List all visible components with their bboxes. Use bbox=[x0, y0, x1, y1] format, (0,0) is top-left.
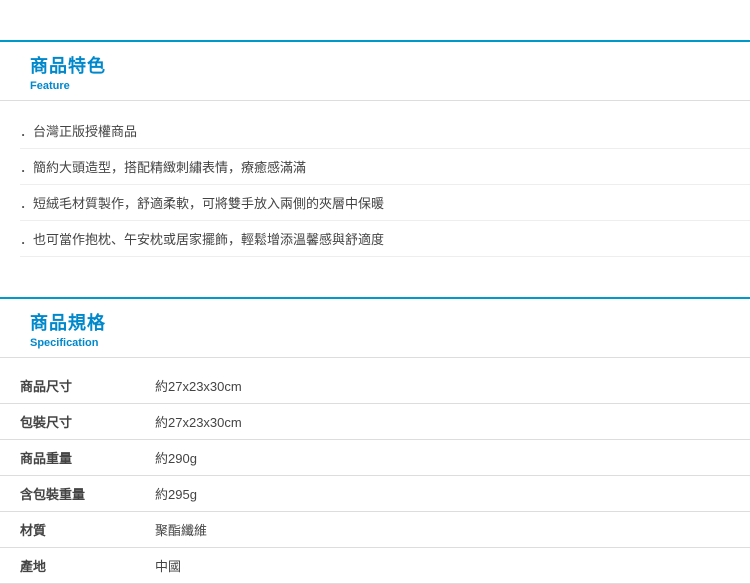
specification-section: 商品規格 Specification 商品尺寸 約27x23x30cm 包裝尺寸… bbox=[0, 297, 750, 584]
feature-item: 台灣正版授權商品 bbox=[20, 113, 750, 149]
spec-label: 包裝尺寸 bbox=[0, 404, 155, 440]
spec-value: 約295g bbox=[155, 476, 750, 512]
feature-header: 商品特色 Feature bbox=[0, 40, 750, 101]
feature-item: 簡約大頭造型，搭配精緻刺繡表情，療癒感滿滿 bbox=[20, 149, 750, 185]
feature-title-en: Feature bbox=[30, 80, 750, 92]
specification-header: 商品規格 Specification bbox=[0, 297, 750, 358]
spec-row: 包裝尺寸 約27x23x30cm bbox=[0, 404, 750, 440]
spec-row: 材質 聚酯纖維 bbox=[0, 512, 750, 548]
spec-row: 產地 中國 bbox=[0, 548, 750, 584]
feature-title-zh: 商品特色 bbox=[30, 52, 750, 78]
spec-value: 中國 bbox=[155, 548, 750, 584]
spec-row: 含包裝重量 約295g bbox=[0, 476, 750, 512]
spec-value: 約27x23x30cm bbox=[155, 368, 750, 404]
spec-label: 材質 bbox=[0, 512, 155, 548]
specification-title-zh: 商品規格 bbox=[30, 309, 750, 335]
spec-value: 約290g bbox=[155, 440, 750, 476]
spec-label: 商品重量 bbox=[0, 440, 155, 476]
spec-label: 商品尺寸 bbox=[0, 368, 155, 404]
feature-item: 也可當作抱枕、午安枕或居家擺飾，輕鬆增添溫馨感與舒適度 bbox=[20, 221, 750, 257]
feature-item: 短絨毛材質製作，舒適柔軟，可將雙手放入兩側的夾層中保暖 bbox=[20, 185, 750, 221]
specification-title-en: Specification bbox=[30, 337, 750, 349]
specification-table: 商品尺寸 約27x23x30cm 包裝尺寸 約27x23x30cm 商品重量 約… bbox=[0, 368, 750, 584]
spec-value: 聚酯纖維 bbox=[155, 512, 750, 548]
spec-label: 含包裝重量 bbox=[0, 476, 155, 512]
feature-list: 台灣正版授權商品 簡約大頭造型，搭配精緻刺繡表情，療癒感滿滿 短絨毛材質製作，舒… bbox=[0, 101, 750, 257]
spec-row: 商品重量 約290g bbox=[0, 440, 750, 476]
spec-value: 約27x23x30cm bbox=[155, 404, 750, 440]
feature-section: 商品特色 Feature 台灣正版授權商品 簡約大頭造型，搭配精緻刺繡表情，療癒… bbox=[0, 40, 750, 257]
spec-label: 產地 bbox=[0, 548, 155, 584]
spec-row: 商品尺寸 約27x23x30cm bbox=[0, 368, 750, 404]
